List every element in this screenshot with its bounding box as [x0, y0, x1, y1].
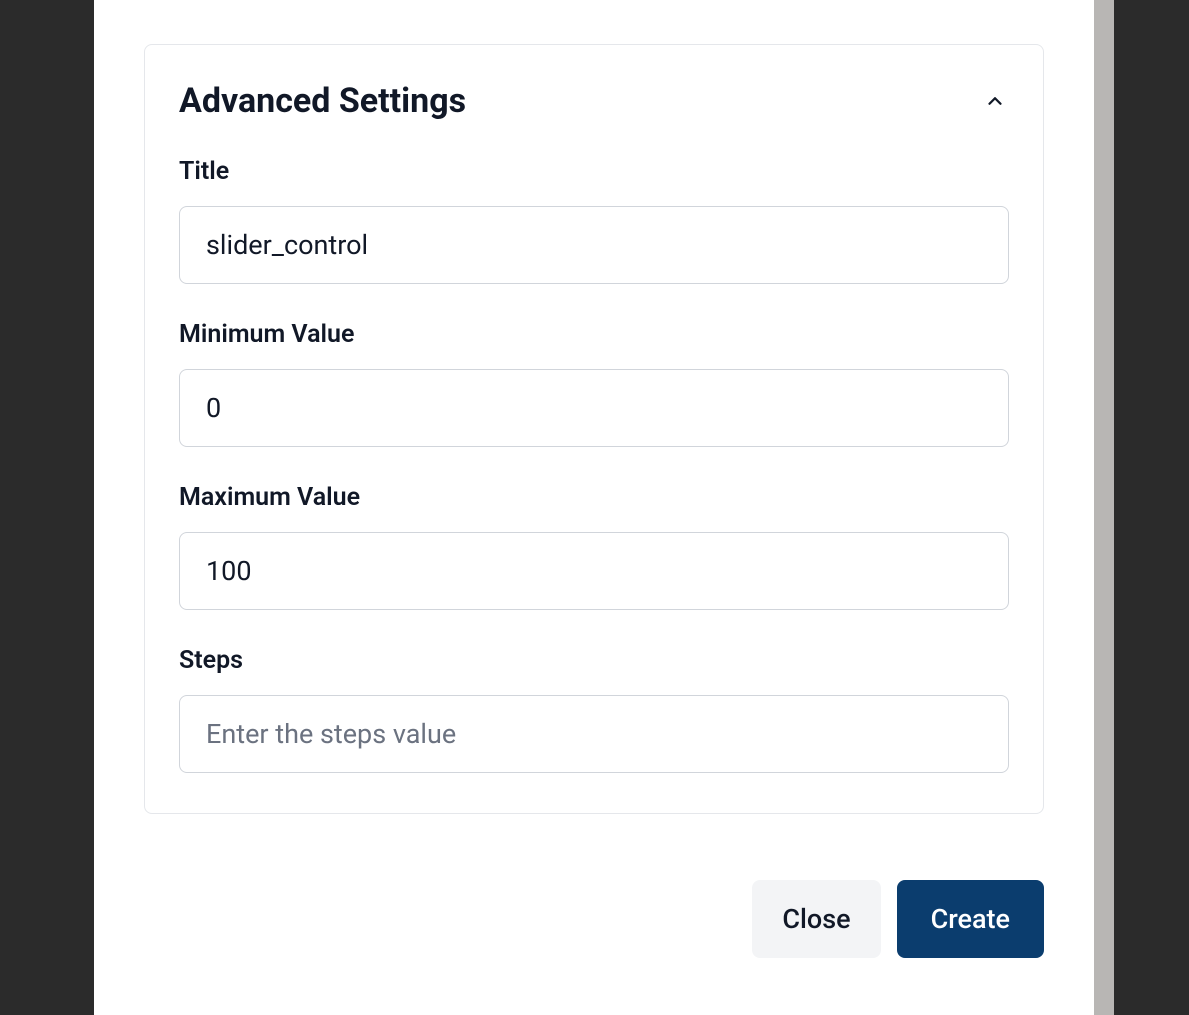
settings-modal: Advanced Settings Title Minimum Value Ma… [94, 0, 1094, 1015]
max-input[interactable] [179, 532, 1009, 610]
min-input[interactable] [179, 369, 1009, 447]
title-label: Title [179, 157, 1009, 186]
title-field-group: Title [179, 157, 1009, 284]
modal-footer: Close Create [144, 880, 1044, 958]
steps-label: Steps [179, 646, 1009, 675]
min-field-group: Minimum Value [179, 320, 1009, 447]
max-label: Maximum Value [179, 483, 1009, 512]
advanced-settings-card: Advanced Settings Title Minimum Value Ma… [144, 44, 1044, 814]
create-button[interactable]: Create [897, 880, 1044, 958]
max-field-group: Maximum Value [179, 483, 1009, 610]
card-header: Advanced Settings [179, 81, 1009, 121]
collapse-toggle[interactable] [981, 87, 1009, 115]
title-input[interactable] [179, 206, 1009, 284]
steps-input[interactable] [179, 695, 1009, 773]
close-button[interactable]: Close [752, 880, 880, 958]
min-label: Minimum Value [179, 320, 1009, 349]
steps-field-group: Steps [179, 646, 1009, 773]
card-title: Advanced Settings [179, 81, 466, 121]
chevron-up-icon [984, 90, 1006, 112]
